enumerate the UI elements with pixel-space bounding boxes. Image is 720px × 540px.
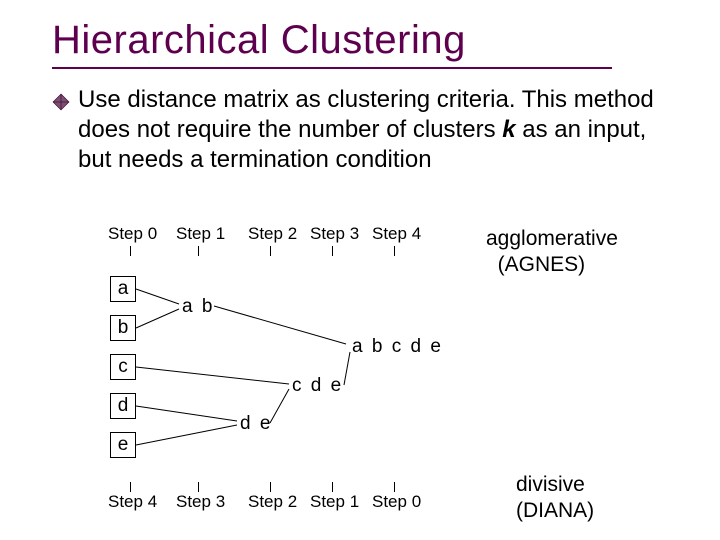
node-cde: c d e: [292, 375, 343, 397]
leaf-c: c: [110, 354, 136, 380]
node-abcde: a b c d e: [352, 336, 443, 358]
node-de: d e: [240, 413, 272, 435]
step-label-bot-0: Step 4: [108, 492, 157, 512]
algo-agnes-line1: agglomerative: [486, 227, 618, 250]
body-text-k: k: [502, 116, 515, 143]
leaf-a: a: [110, 276, 136, 302]
algo-divisive: divisive (DIANA): [516, 472, 594, 525]
algo-agglomerative: agglomerative (AGNES): [486, 226, 618, 279]
step-label-bot-3: Step 1: [310, 492, 359, 512]
algo-diana-line1: divisive: [516, 473, 585, 496]
dendrogram-diagram: Step 0 Step 1 Step 2 Step 3 Step 4: [54, 224, 674, 524]
node-ab: a b: [182, 296, 214, 318]
slide: Hierarchical Clustering Use distance mat…: [0, 0, 720, 540]
algo-diana-line2: (DIANA): [516, 499, 594, 522]
step-label-bot-4: Step 0: [372, 492, 421, 512]
leaf-d: d: [110, 393, 136, 419]
step-label-bot-2: Step 2: [248, 492, 297, 512]
algo-agnes-line2: (AGNES): [498, 253, 586, 276]
body-text: Use distance matrix as clustering criter…: [0, 69, 720, 175]
leaf-e: e: [110, 432, 136, 458]
diamond-bullet-icon: [52, 93, 70, 111]
page-title: Hierarchical Clustering: [0, 0, 720, 67]
step-label-bot-1: Step 3: [176, 492, 225, 512]
leaf-b: b: [110, 315, 136, 341]
